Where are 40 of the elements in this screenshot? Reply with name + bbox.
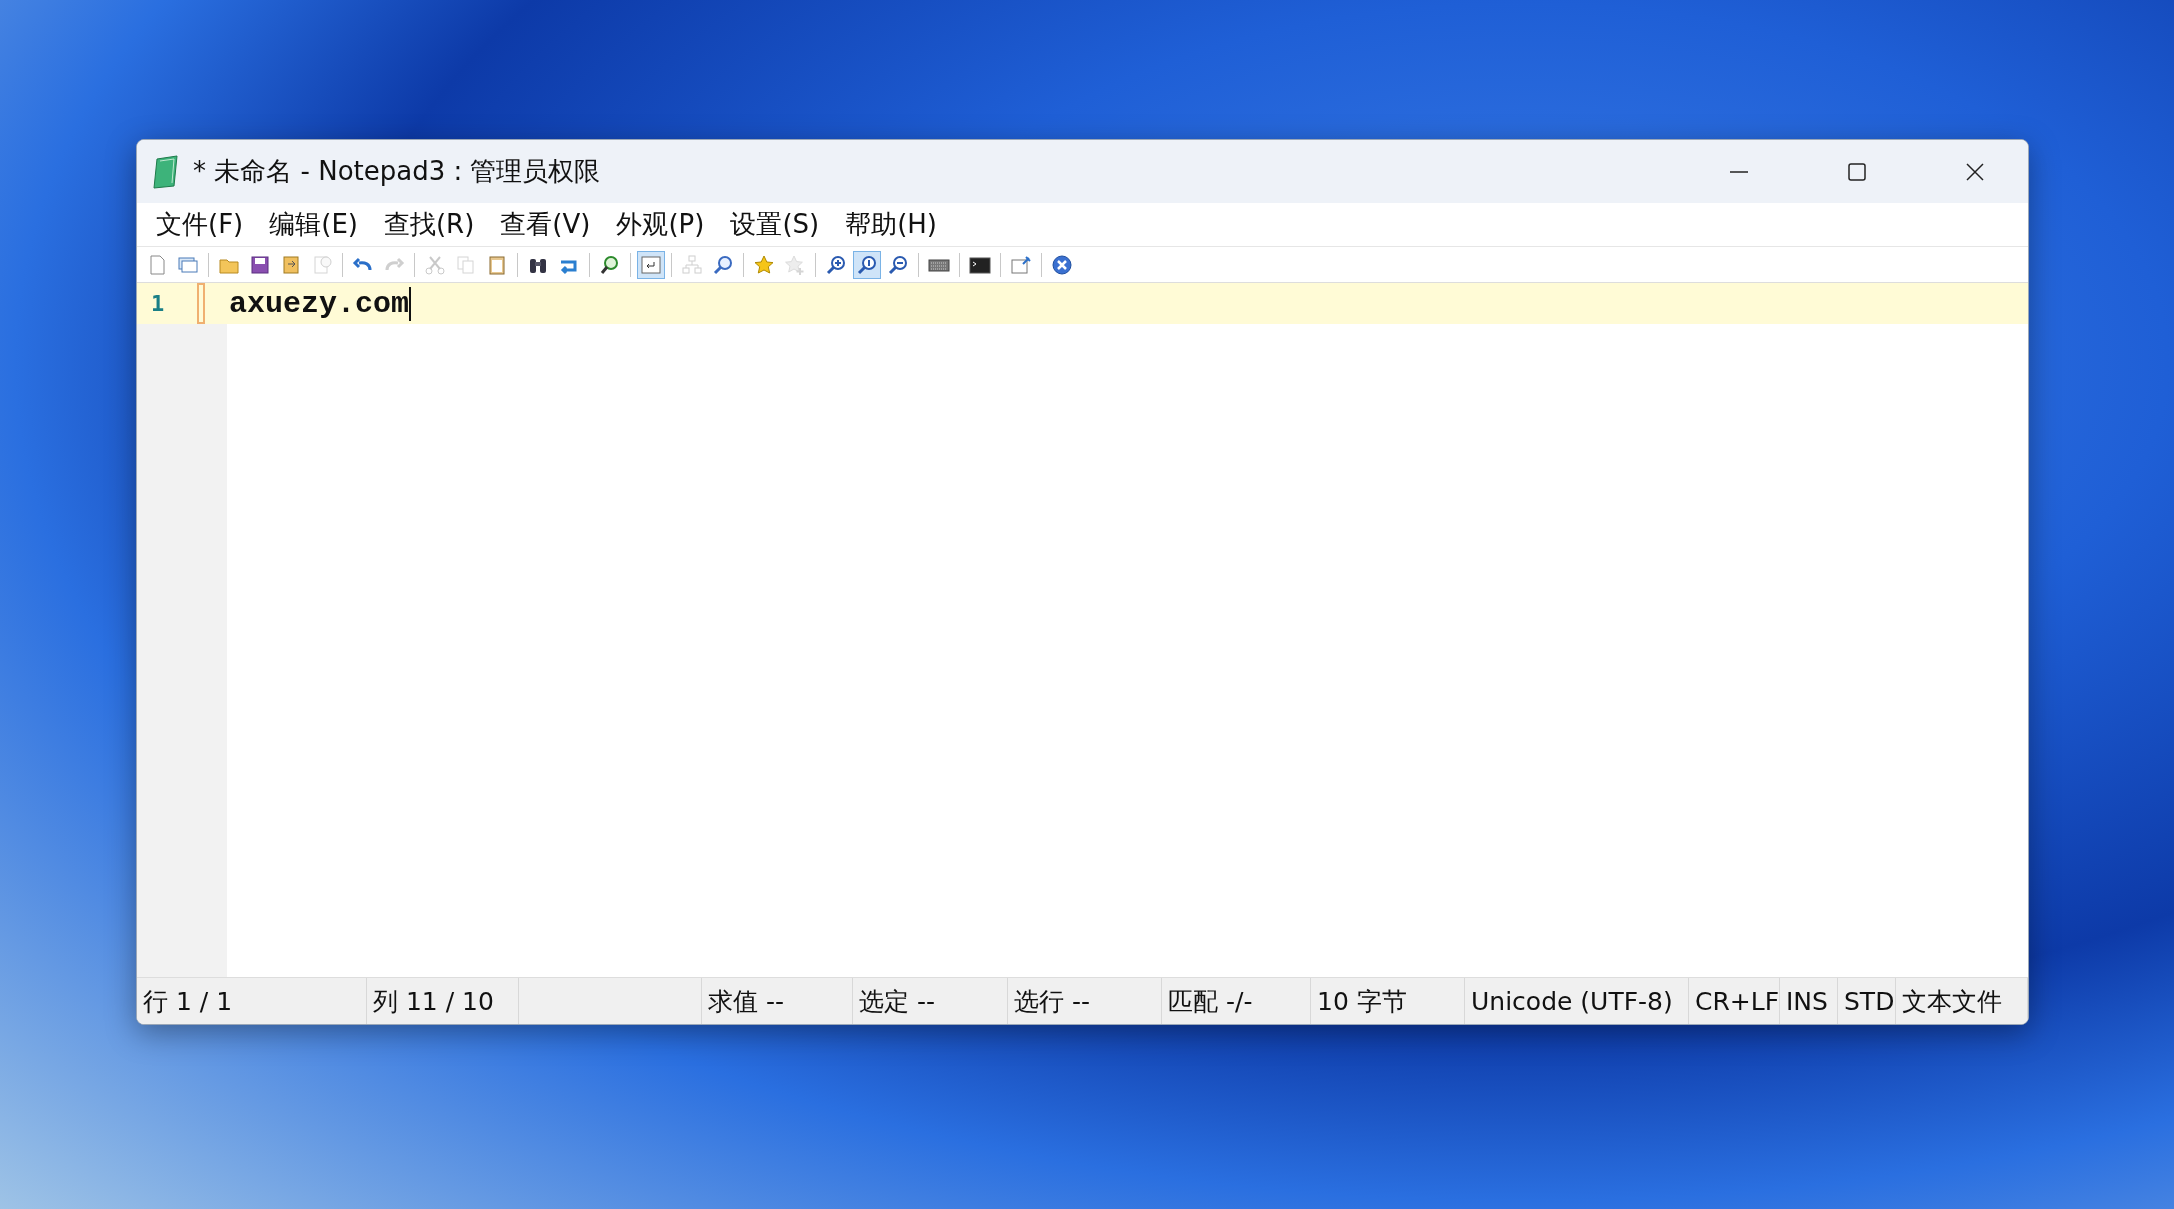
minimize-icon [1730, 170, 1748, 173]
zoom-reset-icon [856, 253, 878, 276]
tree-icon [681, 253, 703, 276]
menu-item[interactable]: 文件(F) [145, 207, 255, 242]
text-area[interactable]: 1 axuezy.com [137, 283, 2028, 977]
status-field: 选定 -- [853, 978, 1008, 1024]
star-plus-icon [784, 253, 806, 276]
status-field: 求值 -- [702, 978, 853, 1024]
menu-item[interactable]: 设置(S) [719, 207, 831, 242]
menu-item[interactable]: 外观(P) [605, 207, 716, 242]
copy-icon [455, 253, 477, 276]
line-number: 1 [150, 291, 166, 316]
status-field: 行 1 / 1 [137, 978, 367, 1024]
status-field: STD [1838, 978, 1896, 1024]
status-field: 10 字节 [1311, 978, 1465, 1024]
status-field: 列 11 / 10 [367, 978, 519, 1024]
zoom-in-icon [825, 253, 847, 276]
status-field: CR+LF [1689, 978, 1780, 1024]
menu-item[interactable]: 查看(V) [489, 207, 602, 242]
menu-item[interactable]: 编辑(E) [258, 207, 369, 242]
notepad-logo-icon [151, 154, 181, 189]
status-field: INS [1780, 978, 1838, 1024]
close-icon [1965, 161, 1985, 182]
status-field: 匹配 -/- [1162, 978, 1311, 1024]
word-wrap-icon [640, 253, 662, 276]
status-field: 文本文件 [1896, 978, 2028, 1024]
status-field: 选行 -- [1008, 978, 1162, 1024]
menu-item[interactable]: 帮助(H) [834, 207, 948, 242]
change-marker [197, 283, 205, 324]
maximize-icon [1847, 161, 1867, 182]
star-icon [753, 253, 775, 276]
zoom-out-icon [887, 253, 909, 276]
close-icon [1051, 253, 1073, 276]
menu-item[interactable]: 查找(R) [372, 207, 486, 242]
magnifier-icon [599, 253, 621, 276]
window-title: * 未命名 - Notepad3 : 管理员权限 [193, 155, 602, 188]
toolbar-button[interactable] [853, 250, 881, 279]
text-line: axuezy.com [227, 286, 412, 321]
zoom-icon [712, 253, 734, 276]
status-field: Unicode (UTF-8) [1465, 978, 1689, 1024]
